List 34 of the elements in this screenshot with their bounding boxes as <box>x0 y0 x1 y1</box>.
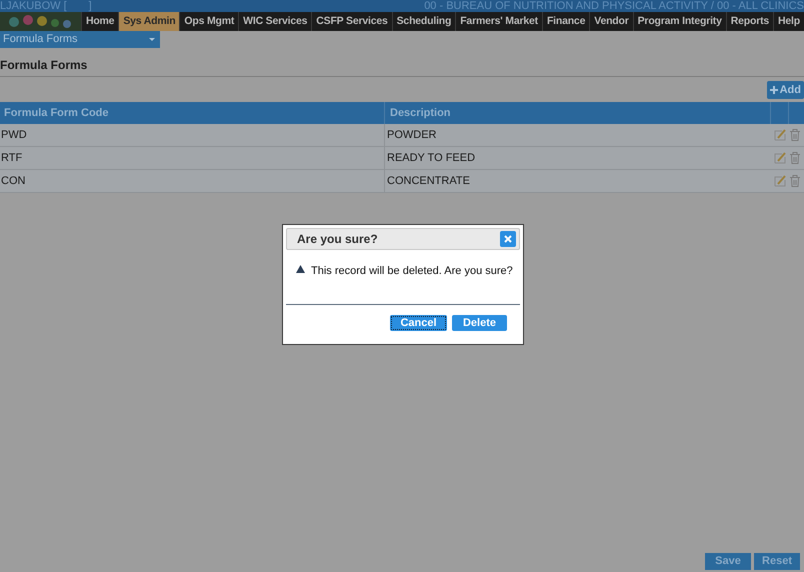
table-cell-text: POWDER <box>386 128 438 143</box>
table-cell-text: READY TO FEED <box>386 150 476 166</box>
nav-tab[interactable]: Scheduling <box>392 12 456 31</box>
dialog-title: Are you sure? <box>297 231 378 248</box>
nav-tab[interactable]: CSFP Services <box>311 12 392 31</box>
trash-icon[interactable] <box>790 175 800 187</box>
page-title: Formula Forms <box>0 56 804 77</box>
table-cell: RTF <box>0 147 385 169</box>
dialog-message: This record will be deleted. Are you sure? <box>311 264 513 279</box>
nav-tab[interactable]: Sys Admin <box>118 12 180 31</box>
close-icon <box>504 235 512 243</box>
user-bracket: ] <box>88 0 92 12</box>
plus-icon <box>770 86 778 94</box>
nav-tab[interactable]: Ops Mgmt <box>179 12 238 31</box>
nav-tab[interactable]: Reports <box>726 12 774 31</box>
pencil-icon[interactable] <box>774 175 786 187</box>
caret-icon <box>149 38 155 41</box>
nav-tab[interactable]: Farmers' Market <box>455 12 542 31</box>
nav-tab[interactable]: WIC Services <box>238 12 312 31</box>
pencil-icon[interactable] <box>774 129 786 141</box>
table-cell: PWD <box>0 124 385 146</box>
pencil-icon[interactable] <box>774 152 786 164</box>
nav-tab[interactable]: Help <box>773 12 804 31</box>
trash-icon[interactable] <box>790 129 800 141</box>
nav-tab[interactable]: Program Integrity <box>632 12 726 31</box>
nav-tab[interactable]: Finance <box>542 12 590 31</box>
table-cell-text: CONCENTRATE <box>386 174 471 189</box>
user-name: LJAKUBOW [ <box>0 0 67 12</box>
nav-tab[interactable]: Vendor <box>589 12 633 31</box>
trash-icon[interactable] <box>790 152 800 164</box>
agency-label: 00 - BUREAU OF NUTRITION AND PHYSICAL ACTIVITY / 00 - ALL CLINICS <box>424 0 804 12</box>
table-cell: CON <box>0 170 385 192</box>
warning-icon <box>296 265 305 273</box>
close-button[interactable] <box>500 231 516 247</box>
